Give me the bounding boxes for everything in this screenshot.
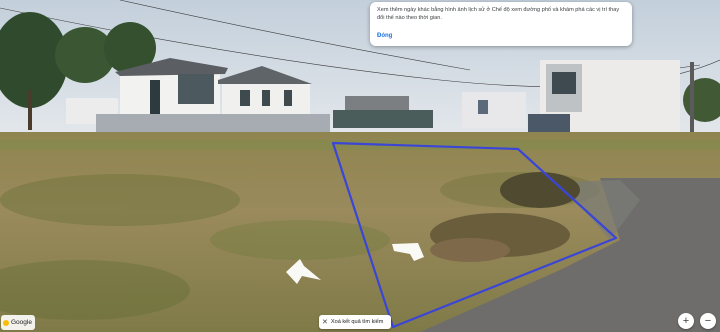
- tooltip-close-button[interactable]: Đóng: [377, 33, 392, 39]
- close-icon: ✕: [322, 319, 328, 326]
- clear-search-results-label: Xoá kết quả tìm kiếm: [330, 319, 384, 325]
- clear-search-results-button[interactable]: ✕ Xoá kết quả tìm kiếm: [319, 315, 391, 329]
- historical-imagery-tooltip: Xem thêm ngày khác bằng hình ảnh lịch sử…: [370, 2, 632, 46]
- tooltip-message: Xem thêm ngày khác bằng hình ảnh lịch sử…: [377, 7, 620, 21]
- building-right: [528, 60, 680, 138]
- zoom-in-button[interactable]: +: [678, 313, 694, 329]
- street-view-viewport[interactable]: Xem thêm ngày khác bằng hình ảnh lịch sử…: [0, 0, 720, 332]
- zoom-out-button[interactable]: −: [700, 313, 716, 329]
- google-brand-text: Google: [11, 319, 32, 326]
- street-view-panorama[interactable]: [0, 0, 720, 332]
- grass-strip: [0, 140, 720, 150]
- google-logo: [3, 319, 9, 326]
- google-attribution[interactable]: Google: [1, 315, 35, 330]
